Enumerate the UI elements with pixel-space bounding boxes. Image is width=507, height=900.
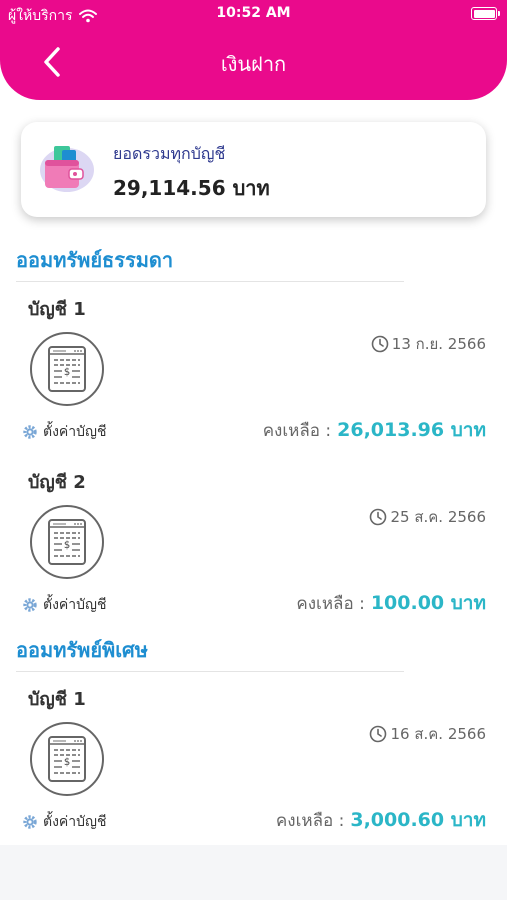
clock-icon bbox=[370, 725, 387, 743]
account-settings-link[interactable]: ตั้งค่าบัญชี bbox=[22, 421, 106, 443]
account-date: 16 ส.ค. 2566 bbox=[369, 722, 486, 746]
account-date-text: 16 ส.ค. 2566 bbox=[390, 725, 486, 743]
total-balance-card: ยอดรวมทุกบัญชี 29,114.56 บาท bbox=[21, 122, 486, 217]
account-balance: คงเหลือ : 3,000.60 บาท bbox=[276, 805, 486, 835]
clock-icon bbox=[371, 335, 389, 353]
balance-label: คงเหลือ : bbox=[296, 594, 365, 614]
bottom-area bbox=[0, 845, 507, 900]
account-row[interactable]: บัญชี 1 $ 16 ส.ค. 2566 ตั้งค่าบัญชี คงเห… bbox=[0, 684, 507, 854]
gear-icon bbox=[23, 815, 37, 829]
account-settings-label: ตั้งค่าบัญชี bbox=[43, 597, 107, 613]
clock-icon bbox=[370, 508, 387, 526]
wallet-icon bbox=[40, 146, 94, 192]
account-date-text: 25 ส.ค. 2566 bbox=[390, 508, 486, 526]
carrier-indicator: ผู้ให้บริการ bbox=[8, 5, 97, 27]
account-book-icon: $ bbox=[30, 332, 104, 406]
account-name: บัญชี 1 bbox=[28, 299, 86, 320]
balance-label: คงเหลือ : bbox=[275, 811, 345, 831]
account-row[interactable]: บัญชี 1 $ 13 ก.ย. 2566 ตั้งค่าบัญชี คงเห… bbox=[0, 294, 507, 464]
battery-icon bbox=[471, 7, 500, 20]
balance-label: คงเหลือ : bbox=[262, 421, 332, 441]
account-settings-label: ตั้งค่าบัญชี bbox=[43, 424, 107, 440]
page-title: เงินฝาก bbox=[220, 52, 287, 76]
account-book-icon: $ bbox=[30, 505, 104, 579]
account-date: 25 ส.ค. 2566 bbox=[369, 505, 486, 529]
account-settings-link[interactable]: ตั้งค่าบัญชี bbox=[22, 594, 106, 616]
divider bbox=[16, 281, 404, 282]
section-title-special-savings: ออมทรัพย์พิเศษ bbox=[16, 638, 148, 662]
status-bar: ผู้ให้บริการ 10:52 AM bbox=[0, 0, 507, 30]
gear-icon bbox=[23, 598, 37, 612]
back-button[interactable] bbox=[36, 44, 68, 80]
account-settings-link[interactable]: ตั้งค่าบัญชี bbox=[22, 811, 106, 833]
total-balance-label: ยอดรวมทุกบัญชี bbox=[113, 144, 226, 163]
account-name: บัญชี 2 bbox=[28, 472, 86, 493]
account-name: บัญชี 1 bbox=[28, 689, 86, 710]
gear-icon bbox=[23, 425, 37, 439]
divider bbox=[16, 671, 404, 672]
account-balance: คงเหลือ : 26,013.96 บาท bbox=[263, 415, 486, 445]
balance-value: 26,013.96 บาท bbox=[337, 419, 486, 441]
account-date: 13 ก.ย. 2566 bbox=[371, 332, 486, 356]
svg-text:$: $ bbox=[64, 367, 70, 378]
account-book-icon: $ bbox=[30, 722, 104, 796]
section-title-regular-savings: ออมทรัพย์ธรรมดา bbox=[16, 248, 174, 272]
balance-value: 3,000.60 บาท bbox=[350, 809, 486, 831]
account-balance: คงเหลือ : 100.00 บาท bbox=[296, 588, 486, 618]
balance-value: 100.00 บาท bbox=[370, 592, 486, 614]
account-date-text: 13 ก.ย. 2566 bbox=[391, 335, 486, 353]
carrier-label: ผู้ให้บริการ bbox=[8, 8, 73, 24]
total-balance-value: 29,114.56 บาท bbox=[113, 176, 270, 200]
svg-text:$: $ bbox=[64, 540, 70, 551]
wifi-icon bbox=[78, 9, 97, 23]
account-row[interactable]: บัญชี 2 $ 25 ส.ค. 2566 ตั้งค่าบัญชี คงเห… bbox=[0, 467, 507, 637]
app-header: ผู้ให้บริการ 10:52 AM เงินฝาก bbox=[0, 0, 507, 100]
account-settings-label: ตั้งค่าบัญชี bbox=[43, 814, 107, 830]
chevron-left-icon bbox=[44, 47, 60, 77]
svg-text:$: $ bbox=[64, 757, 70, 768]
